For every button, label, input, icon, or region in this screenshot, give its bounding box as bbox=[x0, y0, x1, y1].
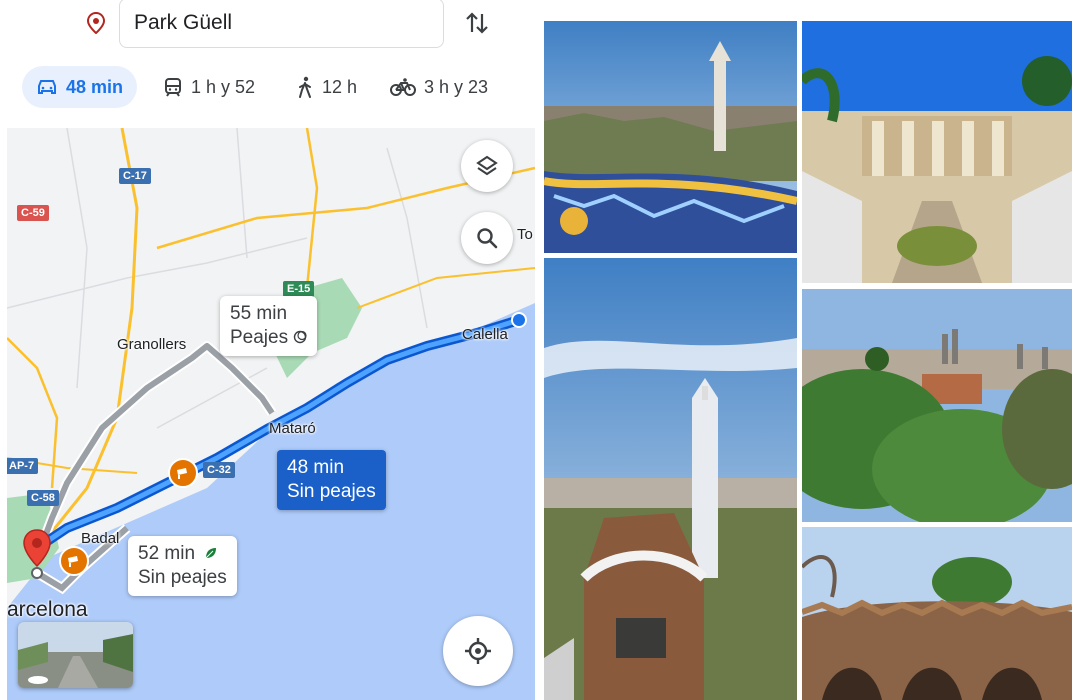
photo-mosaic-terrace-image bbox=[544, 21, 797, 253]
car-icon bbox=[38, 80, 56, 94]
layers-icon bbox=[476, 155, 498, 176]
route-callout-alt-eco[interactable]: 52 min Sin peajes bbox=[128, 536, 237, 596]
place-label-calella: Calella bbox=[462, 326, 508, 343]
transit-icon bbox=[165, 78, 181, 97]
place-label-badalona: Badal bbox=[81, 530, 120, 547]
destination-input[interactable]: Park Güell bbox=[119, 0, 444, 48]
destination-pin-icon bbox=[86, 12, 106, 34]
mode-walking-label: 12 h bbox=[322, 76, 358, 97]
search-along-route-button[interactable] bbox=[461, 212, 513, 264]
road-shield-c58: C-58 bbox=[27, 490, 59, 506]
route-note: Peajes bbox=[230, 326, 307, 350]
street-view-thumbnail[interactable] bbox=[18, 622, 133, 688]
camera-icon bbox=[68, 556, 78, 567]
photo-gatehouse-tower-image bbox=[544, 258, 797, 700]
bike-icon bbox=[390, 78, 416, 96]
travel-mode-tabs: 48 min 1 h y 52 12 h 3 h y 23 bbox=[0, 62, 535, 110]
destination-row: Park Güell bbox=[0, 0, 535, 56]
destination-marker-icon[interactable] bbox=[21, 528, 53, 580]
mode-driving-label: 48 min bbox=[66, 76, 124, 97]
mode-transit-label: 1 h y 52 bbox=[191, 76, 256, 97]
mode-cycling-tab[interactable]: 3 h y 23 bbox=[390, 66, 488, 108]
eco-leaf-icon bbox=[205, 548, 217, 559]
route-duration: 48 min bbox=[287, 457, 345, 478]
photo-stone-viaduct[interactable] bbox=[802, 527, 1072, 700]
mode-driving-tab[interactable]: 48 min bbox=[22, 66, 138, 108]
search-icon bbox=[477, 228, 498, 249]
place-label-mataro: Mataró bbox=[269, 420, 316, 437]
photo-city-view-image bbox=[802, 289, 1072, 522]
street-view-image bbox=[18, 622, 133, 688]
route-note: Sin peajes bbox=[287, 481, 376, 502]
my-location-icon bbox=[465, 638, 491, 664]
map-view[interactable]: Granollers Mataró Calella Badal arcelona… bbox=[7, 128, 535, 700]
place-label-granollers: Granollers bbox=[117, 336, 187, 353]
photo-dragon-stairway-image bbox=[802, 21, 1072, 283]
road-shield-c59: C-59 bbox=[17, 205, 49, 221]
route-callout-selected[interactable]: 48 min Sin peajes bbox=[277, 450, 386, 510]
mode-transit-tab[interactable]: 1 h y 52 bbox=[163, 66, 255, 108]
toll-coin-icon bbox=[294, 330, 307, 344]
camera-icon bbox=[177, 468, 187, 479]
road-shield-c17: C-17 bbox=[119, 168, 151, 184]
recenter-button[interactable] bbox=[443, 616, 513, 686]
photo-mosaic-terrace[interactable] bbox=[544, 21, 797, 253]
photo-dragon-stairway[interactable] bbox=[802, 21, 1072, 283]
toll-warning-marker[interactable] bbox=[168, 458, 198, 488]
route-callout-alt-toll[interactable]: 55 min Peajes bbox=[220, 296, 318, 356]
toll-warning-marker[interactable] bbox=[59, 546, 89, 576]
photo-gatehouse-tower[interactable] bbox=[544, 258, 797, 700]
route-duration: 55 min bbox=[230, 303, 288, 324]
directions-panel: Park Güell 48 min 1 h y 52 12 h 3 h y 23… bbox=[0, 0, 535, 700]
road-shield-e15: E-15 bbox=[283, 281, 315, 297]
swap-directions-icon[interactable] bbox=[462, 8, 492, 38]
road-shield-c32: C-32 bbox=[203, 462, 235, 478]
walk-icon bbox=[299, 76, 311, 98]
route-duration: 52 min bbox=[138, 542, 227, 566]
mode-walking-tab[interactable]: 12 h bbox=[296, 66, 357, 108]
layers-button[interactable] bbox=[461, 140, 513, 192]
mode-cycling-label: 3 h y 23 bbox=[424, 76, 489, 97]
photo-stone-viaduct-image bbox=[802, 527, 1072, 700]
route-note: Sin peajes bbox=[138, 567, 227, 588]
photo-city-view[interactable] bbox=[802, 289, 1072, 522]
place-label-to: To bbox=[517, 226, 533, 243]
place-label-barcelona: arcelona bbox=[7, 598, 88, 621]
road-shield-ap7: AP-7 bbox=[7, 458, 39, 474]
